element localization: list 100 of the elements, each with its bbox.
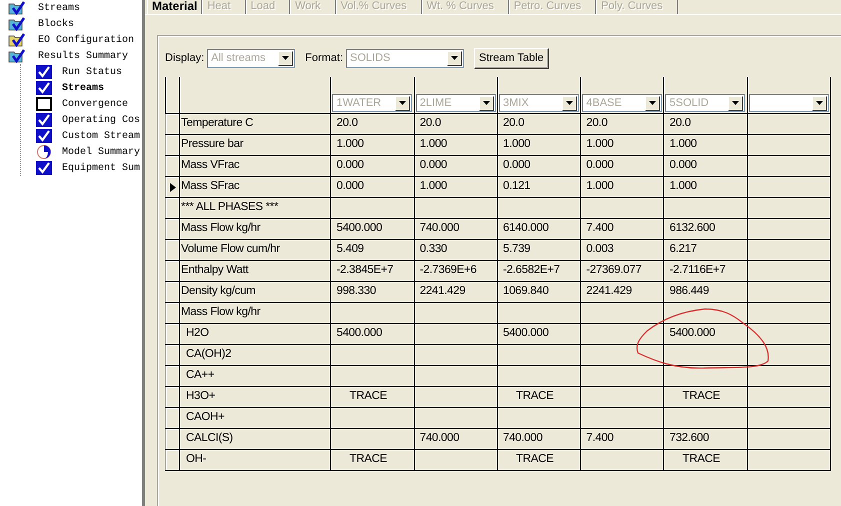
- row-label: Volume Flow cum/hr: [180, 240, 331, 260]
- table-cell: 7.400: [580, 428, 664, 450]
- tree-item[interactable]: Streams: [38, 2, 80, 14]
- table-cell: 5.409: [330, 240, 414, 260]
- row-header[interactable]: [166, 282, 180, 302]
- field-label: Format:: [305, 52, 344, 64]
- table-cell: TRACE: [497, 450, 581, 470]
- table-cell: 20.0: [580, 114, 664, 134]
- table-cell: 986.449: [664, 282, 748, 302]
- row-label: CA(OH)2: [180, 344, 331, 366]
- table-cell: 0.121: [497, 176, 581, 198]
- row-header[interactable]: [166, 344, 180, 366]
- row-header[interactable]: [166, 386, 180, 408]
- row-label: Mass VFrac: [180, 156, 331, 176]
- checkmark-icon[interactable]: [36, 129, 52, 143]
- stream-dropdown[interactable]: 1WATER: [332, 94, 412, 112]
- table-cell: 732.600: [664, 428, 748, 450]
- row-header[interactable]: [166, 198, 180, 218]
- partial-status-icon[interactable]: [36, 145, 52, 159]
- table-cell: 6132.600: [664, 218, 748, 240]
- folder-checkmark-icon[interactable]: [8, 1, 26, 15]
- checkmark-icon[interactable]: [36, 65, 52, 79]
- row-label: CALCI(S): [180, 428, 331, 450]
- checkmark-icon[interactable]: [36, 161, 52, 175]
- table-cell: -27369.077: [580, 260, 664, 282]
- table-cell: 0.000: [330, 156, 414, 176]
- row-header[interactable]: [166, 366, 180, 386]
- table-cell: 998.330: [330, 282, 414, 302]
- row-label: H2O: [180, 324, 331, 344]
- checkmark-icon[interactable]: [36, 81, 52, 95]
- row-header[interactable]: [166, 302, 180, 324]
- stream-dropdown[interactable]: 5SOLID: [665, 94, 746, 112]
- table-cell: 1.000: [414, 176, 498, 198]
- table-cell: 0.000: [580, 156, 664, 176]
- table-cell: 0.003: [580, 240, 664, 260]
- table-cell: 0.000: [330, 176, 414, 198]
- tree-item[interactable]: Convergence: [62, 98, 128, 110]
- row-label: Mass Flow kg/hr: [180, 218, 331, 240]
- row-label: *** ALL PHASES ***: [180, 198, 331, 218]
- tree-item[interactable]: Blocks: [38, 18, 74, 30]
- row-header[interactable]: [166, 408, 180, 428]
- stream-dropdown[interactable]: 2LIME: [416, 94, 496, 112]
- tree-item[interactable]: Equipment Sum: [62, 162, 140, 174]
- table-cell: TRACE: [664, 386, 748, 408]
- table-cell: 20.0: [414, 114, 498, 134]
- tree-item[interactable]: Results Summary: [38, 50, 128, 62]
- table-cell: 2241.429: [414, 282, 498, 302]
- table-cell: 7.400: [580, 218, 664, 240]
- table-cell: 1.000: [580, 176, 664, 198]
- stream-dropdown[interactable]: 3MIX: [498, 94, 579, 112]
- folder-checkmark-icon[interactable]: [8, 17, 26, 31]
- table-cell: -2.7369E+6: [414, 260, 498, 282]
- row-header[interactable]: [166, 450, 180, 470]
- table-cell: -2.7116E+7: [664, 260, 748, 282]
- row-header[interactable]: [166, 428, 180, 450]
- table-cell: 1.000: [497, 134, 581, 156]
- row-header[interactable]: [166, 176, 180, 198]
- row-header[interactable]: [166, 218, 180, 240]
- row-header[interactable]: [166, 156, 180, 176]
- table-cell: 740.000: [497, 428, 581, 450]
- row-label: CAOH+: [180, 408, 331, 428]
- stream-dropdown[interactable]: 4BASE: [582, 94, 662, 112]
- tree-item[interactable]: Custom Stream: [62, 130, 140, 142]
- tree-item[interactable]: EO Configuration: [38, 34, 134, 46]
- stream-dropdown[interactable]: [748, 94, 829, 112]
- table-cell: -2.6582E+7: [497, 260, 581, 282]
- row-header[interactable]: [166, 114, 180, 134]
- table-cell: 5400.000: [330, 324, 414, 344]
- folder-checkmark-icon[interactable]: [8, 33, 26, 47]
- table-cell: 740.000: [414, 428, 498, 450]
- row-header[interactable]: [166, 260, 180, 282]
- table-cell: 0.000: [497, 156, 581, 176]
- table-cell: 740.000: [414, 218, 498, 240]
- empty-checkbox-icon[interactable]: [36, 97, 52, 111]
- tree-item[interactable]: Run Status: [62, 66, 122, 78]
- tree-item[interactable]: Streams: [62, 82, 104, 94]
- row-header[interactable]: [166, 240, 180, 260]
- table-cell: 0.000: [664, 156, 748, 176]
- row-label: Pressure bar: [180, 134, 331, 156]
- table-cell: TRACE: [497, 386, 581, 408]
- stream-table-button[interactable]: Stream Table: [474, 48, 549, 68]
- row-header[interactable]: [166, 134, 180, 156]
- table-cell: 6140.000: [497, 218, 581, 240]
- table-cell: 1.000: [664, 134, 748, 156]
- table-cell: 0.000: [414, 156, 498, 176]
- table-cell: TRACE: [664, 450, 748, 470]
- row-header[interactable]: [166, 324, 180, 344]
- row-label: Enthalpy Watt: [180, 260, 331, 282]
- checkmark-icon[interactable]: [36, 113, 52, 127]
- tree-item[interactable]: Model Summary: [62, 146, 140, 158]
- tree-item[interactable]: Operating Cos: [62, 114, 140, 126]
- table-cell: 5400.000: [497, 324, 581, 344]
- table-cell: 6.217: [664, 240, 748, 260]
- table-cell: 1069.840: [497, 282, 581, 302]
- table-cell: 5400.000: [330, 218, 414, 240]
- row-label: OH-: [180, 450, 331, 470]
- row-label: Mass SFrac: [180, 176, 331, 198]
- tab[interactable]: Material: [147, 0, 202, 14]
- table-cell: TRACE: [330, 450, 414, 470]
- folder-checkmark-icon[interactable]: [8, 49, 26, 63]
